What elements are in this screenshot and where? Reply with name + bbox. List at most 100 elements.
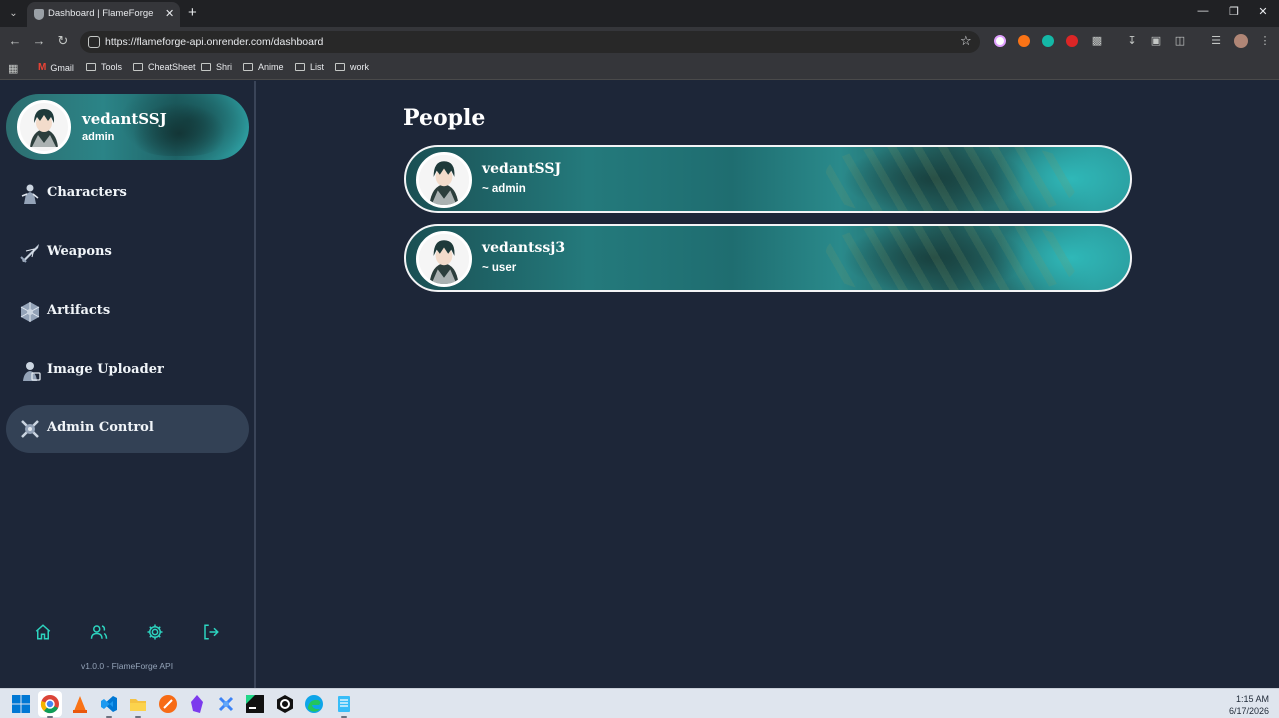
profile-name: vedantSSJ [82, 110, 167, 128]
screenshot-icon[interactable]: ▣ [1148, 34, 1164, 47]
sidebar-item-label: Weapons [47, 244, 112, 259]
home-icon[interactable] [34, 623, 52, 641]
card-banner-art [826, 147, 1076, 211]
bookmark-work[interactable]: work [335, 62, 369, 72]
browser-toolbar: ← → ↻ https://flameforge-api.onrender.co… [0, 27, 1279, 57]
person-card[interactable]: vedantssj3 ~ user [404, 224, 1132, 292]
admin-icon [21, 420, 39, 438]
bookmark-gmail[interactable]: M Gmail [38, 62, 74, 73]
tab-search-button[interactable]: ⌄ [5, 5, 22, 22]
extension-color-icon[interactable] [994, 35, 1006, 47]
forward-icon[interactable]: → [30, 33, 48, 48]
webstorm-icon[interactable] [245, 694, 265, 714]
gmail-icon: M [38, 62, 47, 73]
folder-icon [133, 63, 143, 71]
person-name: vedantssj3 [482, 240, 566, 256]
main-content: People vedantSSJ ~ admin vedantssj3 ~ us… [258, 81, 1279, 688]
python-tool-icon[interactable] [216, 694, 236, 714]
bookmark-star-icon[interactable]: ☆ [960, 33, 972, 49]
bookmark-list[interactable]: List [295, 62, 324, 72]
browser-menu-icon[interactable]: ⋮ [1257, 34, 1273, 47]
side-panel-icon[interactable]: ◫ [1172, 34, 1188, 47]
new-tab-button[interactable]: + [188, 4, 197, 22]
media-control-icon[interactable]: ☰ [1208, 34, 1224, 47]
person-name: vedantSSJ [482, 161, 562, 177]
file-explorer-icon[interactable] [128, 694, 148, 714]
sword-icon [20, 244, 39, 263]
image-upload-icon [23, 362, 41, 381]
person-card[interactable]: vedantSSJ ~ admin [404, 145, 1132, 213]
logout-icon[interactable] [202, 623, 220, 641]
reload-icon[interactable]: ↻ [54, 33, 72, 49]
bookmark-shri[interactable]: Shri [201, 62, 232, 72]
tab-close-icon[interactable]: ✕ [165, 7, 174, 20]
person-role: ~ user [482, 262, 517, 274]
address-bar[interactable]: https://flameforge-api.onrender.com/dash… [80, 31, 980, 53]
close-window-button[interactable]: ✕ [1253, 5, 1273, 18]
clock-date: 6/17/2026 [1228, 706, 1269, 716]
page-title: People [403, 105, 486, 131]
system-clock[interactable]: 1:15 AM 6/17/2026 [1229, 693, 1269, 717]
profile-role: admin [82, 131, 115, 143]
sidebar-item-label: Admin Control [47, 420, 154, 435]
browser-profile-avatar[interactable] [1234, 34, 1248, 48]
bookmarks-bar: ▦ M Gmail Tools CheatSheet Shri Anime Lis… [0, 57, 1279, 80]
obsidian-icon[interactable] [187, 694, 207, 714]
version-text: v1.0.0 - FlameForge API [80, 661, 174, 671]
avatar [416, 231, 472, 287]
sidebar-item-admin-control[interactable]: Admin Control [6, 405, 249, 453]
folder-icon [201, 63, 211, 71]
avatar [416, 152, 472, 208]
users-icon[interactable] [90, 623, 108, 641]
postman-icon[interactable] [158, 694, 178, 714]
extension-red-icon[interactable] [1066, 35, 1078, 47]
notepad-icon[interactable] [334, 694, 354, 714]
chrome-icon[interactable] [40, 694, 60, 714]
apps-grid-icon[interactable]: ▦ [8, 62, 18, 75]
download-icon[interactable]: ↧ [1124, 34, 1140, 47]
folder-icon [295, 63, 305, 71]
sidebar-item-label: Image Uploader [47, 362, 164, 377]
sidebar-item-image-uploader[interactable]: Image Uploader [6, 347, 249, 395]
folder-icon [335, 63, 345, 71]
avatar [17, 100, 71, 154]
extension-orange-icon[interactable] [1018, 35, 1030, 47]
back-icon[interactable]: ← [6, 33, 24, 48]
github-desktop-icon[interactable] [275, 694, 295, 714]
folder-icon [243, 63, 253, 71]
profile-card[interactable]: vedantSSJ admin [6, 94, 249, 160]
character-icon [21, 184, 39, 204]
restore-button[interactable]: ❐ [1224, 5, 1244, 18]
clock-time: 1:15 AM [1235, 694, 1269, 704]
minimize-button[interactable]: — [1193, 5, 1213, 17]
edge-icon[interactable] [304, 694, 324, 714]
extension-teal-icon[interactable] [1042, 35, 1054, 47]
sidebar-item-weapons[interactable]: Weapons [6, 229, 249, 277]
sidebar-item-label: Artifacts [47, 303, 111, 318]
sidebar-item-artifacts[interactable]: Artifacts [6, 288, 249, 336]
person-role: ~ admin [482, 183, 526, 195]
bookmark-cheatsheet[interactable]: CheatSheet [133, 62, 196, 72]
artifact-icon [20, 302, 40, 322]
site-info-icon[interactable] [88, 36, 100, 48]
windows-start-icon[interactable] [11, 694, 31, 714]
profile-banner-art [129, 100, 229, 156]
app-root: vedantSSJ admin Characters Weapons Artif… [0, 81, 1279, 688]
card-banner-art [826, 226, 1076, 290]
url-text[interactable]: https://flameforge-api.onrender.com/dash… [105, 36, 323, 48]
folder-icon [86, 63, 96, 71]
sidebar: vedantSSJ admin Characters Weapons Artif… [0, 81, 256, 688]
sidebar-item-label: Characters [47, 185, 127, 200]
bookmark-tools[interactable]: Tools [86, 62, 122, 72]
sidebar-item-characters[interactable]: Characters [6, 170, 249, 218]
os-taskbar: 1:15 AM 6/17/2026 [0, 688, 1279, 718]
bookmark-anime[interactable]: Anime [243, 62, 284, 72]
extensions-puzzle-icon[interactable]: ▩ [1089, 34, 1105, 47]
gear-icon[interactable] [146, 623, 164, 641]
browser-tab[interactable]: Dashboard | FlameForge ✕ [27, 2, 180, 27]
browser-tab-strip: ⌄ Dashboard | FlameForge ✕ + — ❐ ✕ [0, 0, 1279, 27]
vscode-icon[interactable] [99, 694, 119, 714]
flameforge-favicon-icon [34, 9, 44, 20]
vlc-icon[interactable] [70, 694, 90, 714]
tab-title: Dashboard | FlameForge [48, 8, 154, 19]
